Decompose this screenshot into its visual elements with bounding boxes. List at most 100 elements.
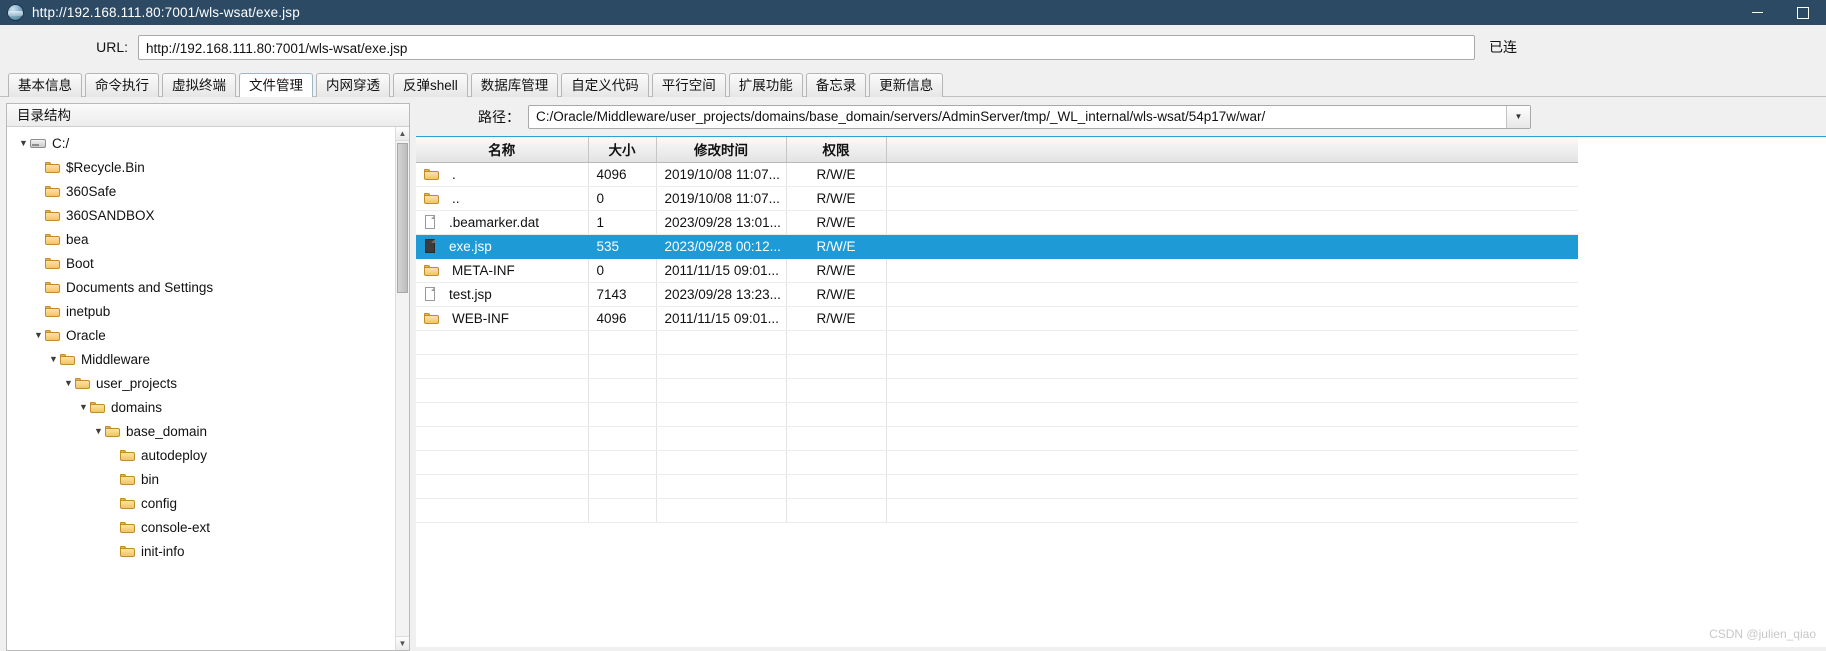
cell-mtime: 2011/11/15 09:01... — [656, 258, 787, 283]
tab-1[interactable]: 命令执行 — [85, 73, 159, 97]
tree-indent-spacer: ▼ — [32, 307, 45, 316]
tab-9[interactable]: 扩展功能 — [728, 73, 803, 97]
tree-node[interactable]: ▼ C:/ — [7, 131, 409, 155]
column-header[interactable]: 大小 — [588, 137, 657, 163]
tree-node[interactable]: ▼ base_domain — [7, 419, 409, 443]
cell-empty — [656, 498, 787, 523]
tab-8[interactable]: 平行空间 — [651, 73, 726, 97]
tree-node-label: 360Safe — [66, 183, 117, 199]
application-window: http://192.168.111.80:7001/wls-wsat/exe.… — [0, 0, 1826, 651]
tree-node[interactable]: ▼ config — [7, 491, 409, 515]
tree-node[interactable]: ▼ 360Safe — [7, 179, 409, 203]
cell-empty — [786, 402, 887, 427]
tree-node-label: user_projects — [96, 375, 178, 391]
tab-3[interactable]: 文件管理 — [239, 73, 313, 97]
folder-icon — [45, 185, 60, 197]
tree-indent-spacer: ▼ — [107, 499, 120, 508]
file-icon — [424, 239, 436, 253]
cell-filler — [886, 306, 1578, 331]
table-row-empty — [416, 402, 1578, 427]
chevron-down-icon[interactable]: ▼ — [77, 402, 90, 412]
file-name: WEB-INF — [452, 310, 509, 326]
url-input[interactable]: http://192.168.111.80:7001/wls-wsat/exe.… — [138, 34, 1475, 60]
tree-node[interactable]: ▼ domains — [7, 395, 409, 419]
tab-11[interactable]: 更新信息 — [869, 73, 944, 97]
path-bar: 路径： C:/Oracle/Middleware/user_projects/d… — [416, 97, 1826, 131]
cell-empty — [588, 354, 657, 379]
column-header[interactable]: 名称 — [416, 137, 589, 163]
cell-empty — [656, 378, 787, 403]
cell-empty — [588, 450, 657, 475]
table-row[interactable]: test.jsp 7143 2023/09/28 13:23... R/W/E — [416, 282, 1578, 307]
watermark: CSDN @julien_qiao — [1709, 627, 1816, 641]
tab-5[interactable]: 反弹shell — [393, 73, 468, 97]
chevron-down-icon[interactable]: ▼ — [92, 426, 105, 436]
chevron-down-icon[interactable]: ▼ — [1506, 105, 1530, 128]
tree-node[interactable]: ▼ Documents and Settings — [7, 275, 409, 299]
file-name: META-INF — [452, 262, 515, 278]
column-header[interactable]: 权限 — [786, 137, 887, 163]
tree-node[interactable]: ▼ init-info — [7, 539, 409, 563]
tab-10[interactable]: 备忘录 — [805, 73, 867, 97]
cell-empty — [588, 474, 657, 499]
table-row-empty — [416, 378, 1578, 403]
folder-icon — [424, 312, 439, 324]
chevron-down-icon[interactable]: ▼ — [62, 378, 75, 388]
tree-scrollbar-thumb[interactable] — [397, 143, 408, 293]
chevron-down-icon[interactable]: ▼ — [17, 138, 30, 148]
table-row[interactable]: META-INF 0 2011/11/15 09:01... R/W/E — [416, 258, 1578, 283]
scroll-down-icon[interactable]: ▼ — [396, 636, 409, 650]
table-row[interactable]: WEB-INF 4096 2011/11/15 09:01... R/W/E — [416, 306, 1578, 331]
cell-empty — [786, 330, 887, 355]
tree-node[interactable]: ▼ inetpub — [7, 299, 409, 323]
tree-indent-spacer: ▼ — [32, 211, 45, 220]
chevron-down-icon[interactable]: ▼ — [32, 330, 45, 340]
file-name: test.jsp — [449, 286, 492, 302]
cell-size: 4096 — [588, 162, 657, 187]
tree-node-label: bin — [141, 471, 160, 487]
cell-size: 535 — [588, 234, 657, 259]
path-input[interactable]: C:/Oracle/Middleware/user_projects/domai… — [528, 104, 1531, 129]
tree-node-label: init-info — [141, 543, 185, 559]
scroll-up-icon[interactable]: ▲ — [396, 127, 409, 141]
connection-status-label: 已连 — [1489, 39, 1517, 55]
folder-icon — [424, 168, 439, 180]
maximize-button[interactable] — [1780, 0, 1826, 25]
table-row[interactable]: .beamarker.dat 1 2023/09/28 13:01... R/W/E — [416, 210, 1578, 235]
tab-4[interactable]: 内网穿透 — [316, 73, 390, 97]
table-row-empty — [416, 474, 1578, 499]
directory-tree[interactable]: ▲ ▼ ▼ C:/ ▼ $Recycle.Bin ▼ 360Safe ▼ 360SANDBOX… — [7, 127, 409, 650]
folder-icon — [45, 281, 60, 293]
tree-node-label: Middleware — [81, 351, 151, 367]
tree-node[interactable]: ▼ autodeploy — [7, 443, 409, 467]
folder-icon — [45, 305, 60, 317]
cell-empty — [786, 474, 887, 499]
tab-6[interactable]: 数据库管理 — [470, 73, 559, 97]
title-bar: http://192.168.111.80:7001/wls-wsat/exe.… — [0, 0, 1826, 25]
file-name: . — [452, 166, 456, 182]
chevron-down-icon[interactable]: ▼ — [47, 354, 60, 364]
tab-7[interactable]: 自定义代码 — [561, 73, 649, 97]
cell-size: 0 — [588, 186, 657, 211]
cell-empty — [886, 354, 1578, 379]
tree-scrollbar[interactable]: ▲ ▼ — [395, 127, 409, 650]
tab-2[interactable]: 虚拟终端 — [162, 73, 236, 97]
path-label: 路径： — [478, 108, 520, 125]
cell-empty — [656, 330, 787, 355]
minimize-button[interactable] — [1734, 0, 1780, 25]
tree-node[interactable]: ▼ $Recycle.Bin — [7, 155, 409, 179]
tree-node[interactable]: ▼ bea — [7, 227, 409, 251]
table-row[interactable]: . 4096 2019/10/08 11:07... R/W/E — [416, 162, 1578, 187]
column-header[interactable]: 修改时间 — [656, 137, 787, 163]
cell-mtime: 2019/10/08 11:07... — [656, 162, 787, 187]
table-row[interactable]: exe.jsp 535 2023/09/28 00:12... R/W/E — [416, 234, 1578, 259]
tree-node[interactable]: ▼ user_projects — [7, 371, 409, 395]
tree-node[interactable]: ▼ 360SANDBOX — [7, 203, 409, 227]
tab-0[interactable]: 基本信息 — [8, 73, 82, 97]
tree-node[interactable]: ▼ console-ext — [7, 515, 409, 539]
table-row[interactable]: .. 0 2019/10/08 11:07... R/W/E — [416, 186, 1578, 211]
tree-node[interactable]: ▼ bin — [7, 467, 409, 491]
tree-node[interactable]: ▼ Boot — [7, 251, 409, 275]
tree-node[interactable]: ▼ Oracle — [7, 323, 409, 347]
tree-node[interactable]: ▼ Middleware — [7, 347, 409, 371]
